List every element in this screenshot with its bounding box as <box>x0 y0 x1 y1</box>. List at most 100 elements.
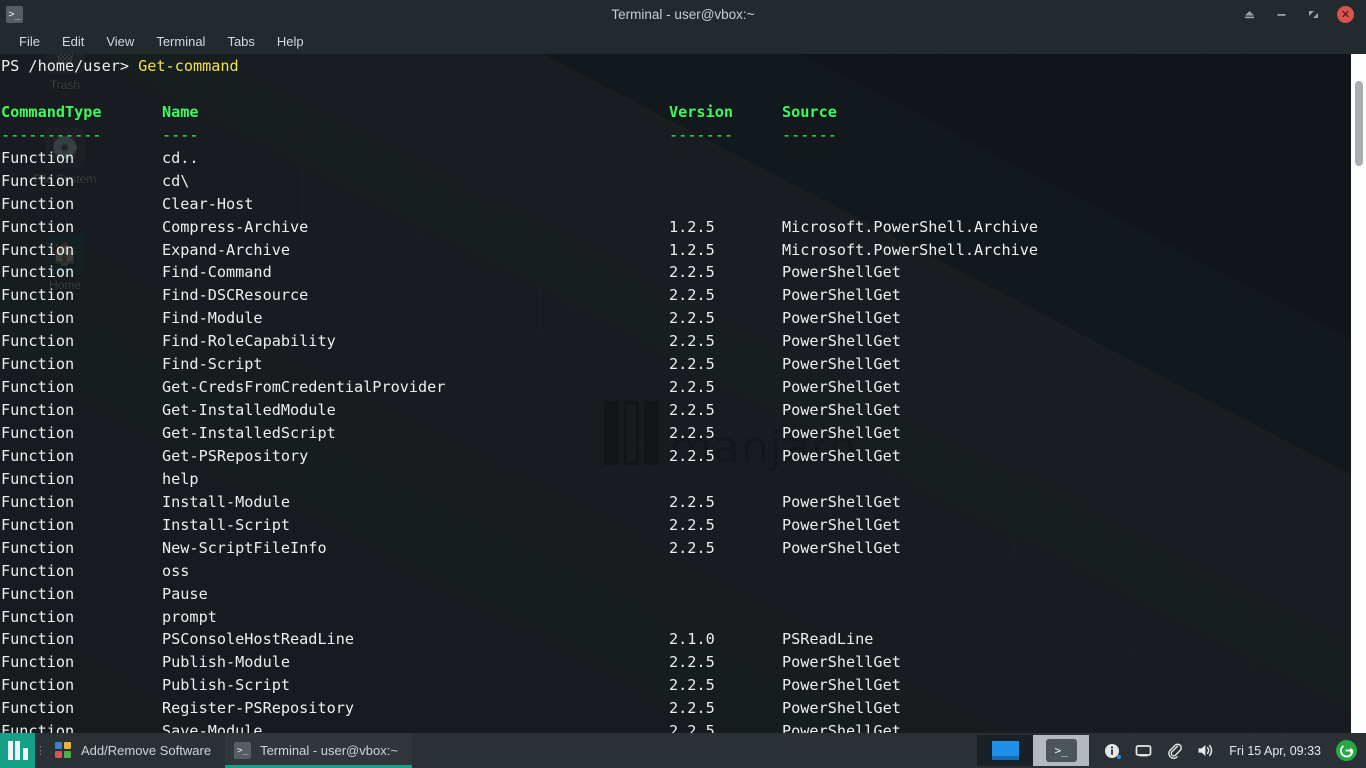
cell-commandtype: Function <box>1 171 75 190</box>
cell-version: 2.2.5 <box>669 286 715 305</box>
cell-version: 2.2.5 <box>669 515 715 534</box>
cell-source: PowerShellGet <box>782 286 901 305</box>
add-remove-software-icon <box>55 742 72 759</box>
terminal-text: PS /home/user> Get-command CommandType Name… <box>0 54 1038 733</box>
workspace-terminal-preview: >_ <box>1045 739 1077 762</box>
cell-name: prompt <box>162 607 217 626</box>
logout-icon[interactable] <box>1336 740 1357 761</box>
cell-commandtype: Function <box>1 401 75 420</box>
cell-name: Publish-Script <box>162 676 291 695</box>
notification-icon[interactable] <box>1103 742 1122 760</box>
workspace-1[interactable] <box>977 735 1034 766</box>
clipboard-icon[interactable] <box>1165 742 1183 760</box>
cell-name: Find-Module <box>162 309 263 328</box>
cell-name: Get-InstalledModule <box>162 401 336 420</box>
column-header-name: Name <box>162 102 199 121</box>
cell-source: PowerShellGet <box>782 699 901 718</box>
cell-source: PowerShellGet <box>782 424 901 442</box>
cell-commandtype: Function <box>1 699 75 718</box>
volume-icon[interactable] <box>1196 742 1214 760</box>
workspace-pager[interactable]: >_ <box>977 733 1090 768</box>
panel-handle[interactable]: ⋮ <box>35 733 46 768</box>
cell-commandtype: Function <box>1 446 75 465</box>
menu-edit[interactable]: Edit <box>51 31 95 52</box>
cell-commandtype: Function <box>1 630 75 649</box>
cell-version: 2.2.5 <box>669 653 715 672</box>
cell-source: PowerShellGet <box>782 515 901 534</box>
close-icon[interactable]: ✕ <box>1337 6 1354 23</box>
cell-commandtype: Function <box>1 194 75 213</box>
cell-commandtype: Function <box>1 676 75 695</box>
menu-tabs[interactable]: Tabs <box>216 31 265 52</box>
shade-icon[interactable] <box>1241 7 1257 23</box>
terminal-icon: >_ <box>234 742 252 759</box>
cell-commandtype: Function <box>1 538 75 557</box>
terminal-scrollbar-thumb[interactable] <box>1355 81 1363 166</box>
cell-commandtype: Function <box>1 240 75 259</box>
cell-version: 2.2.5 <box>669 355 715 374</box>
menu-terminal[interactable]: Terminal <box>145 31 216 52</box>
cell-name: Get-InstalledScript <box>162 424 336 442</box>
cell-name: Get-PSRepository <box>162 446 309 465</box>
terminal-output-area[interactable]: PS /home/user> Get-command CommandType Name… <box>0 54 1366 733</box>
cell-name: Find-Command <box>162 263 272 282</box>
cell-name: cd\ <box>162 171 190 190</box>
cell-version: 2.2.5 <box>669 424 715 442</box>
cell-commandtype: Function <box>1 355 75 374</box>
cell-name: Publish-Module <box>162 653 291 672</box>
terminal-command: Get-command <box>138 57 239 75</box>
cell-version: 2.2.5 <box>669 378 715 397</box>
cell-version: 2.1.0 <box>669 630 715 649</box>
cell-commandtype: Function <box>1 469 75 488</box>
cell-source: PowerShellGet <box>782 446 901 465</box>
clock[interactable]: Fri 15 Apr, 09:33 <box>1227 744 1323 758</box>
column-rule: ------- <box>669 125 734 144</box>
column-header-version: Version <box>669 102 734 121</box>
cell-commandtype: Function <box>1 607 75 626</box>
terminal-app-icon: >_ <box>6 6 23 23</box>
cell-commandtype: Function <box>1 722 75 733</box>
column-header-commandtype: CommandType <box>1 102 102 121</box>
column-rule: ------ <box>782 125 837 144</box>
cell-version: 2.2.5 <box>669 538 715 557</box>
network-icon[interactable] <box>1134 742 1152 760</box>
cell-name: Expand-Archive <box>162 240 291 259</box>
menu-file[interactable]: File <box>8 31 51 52</box>
window-menubar: File Edit View Terminal Tabs Help <box>0 29 1366 54</box>
cell-name: New-ScriptFileInfo <box>162 538 327 557</box>
cell-source: PowerShellGet <box>782 401 901 420</box>
column-header-source: Source <box>782 102 837 121</box>
cell-name: cd.. <box>162 148 199 167</box>
terminal-scrollbar[interactable] <box>1351 54 1366 733</box>
maximize-icon[interactable] <box>1305 7 1321 23</box>
cell-commandtype: Function <box>1 332 75 351</box>
cell-source: PowerShellGet <box>782 263 901 282</box>
cell-name: Pause <box>162 584 208 603</box>
task-button-terminal[interactable]: >_ Terminal - user@vbox:~ <box>225 733 412 768</box>
cell-version: 2.2.5 <box>669 309 715 328</box>
cell-version: 2.2.5 <box>669 263 715 282</box>
cell-source: Microsoft.PowerShell.Archive <box>782 240 1039 259</box>
cell-version: 2.2.5 <box>669 401 715 420</box>
cell-name: Get-CredsFromCredentialProvider <box>162 378 446 397</box>
task-button-add-remove-software[interactable]: Add/Remove Software <box>46 733 225 768</box>
task-button-label: Terminal - user@vbox:~ <box>260 743 398 758</box>
minimize-icon[interactable] <box>1273 7 1289 23</box>
workspace-window-preview <box>991 741 1019 760</box>
cell-source: PowerShellGet <box>782 378 901 397</box>
manjaro-menu-button[interactable] <box>0 733 35 768</box>
cell-name: Compress-Archive <box>162 217 309 236</box>
cell-version: 2.2.5 <box>669 722 715 733</box>
cell-commandtype: Function <box>1 309 75 328</box>
menu-help[interactable]: Help <box>266 31 315 52</box>
window-titlebar[interactable]: >_ Terminal - user@vbox:~ ✕ <box>0 0 1366 29</box>
system-tray: Fri 15 Apr, 09:33 <box>1089 733 1366 768</box>
notification-badge <box>1117 754 1122 759</box>
cell-name: Find-Script <box>162 355 263 374</box>
workspace-2[interactable]: >_ <box>1033 735 1090 766</box>
cell-commandtype: Function <box>1 515 75 534</box>
terminal-prompt: PS /home/user> <box>1 57 130 75</box>
menu-view[interactable]: View <box>95 31 145 52</box>
cell-source: PowerShellGet <box>782 332 901 351</box>
taskbar: ⋮ Add/Remove Software >_ Terminal - user… <box>0 733 1366 768</box>
